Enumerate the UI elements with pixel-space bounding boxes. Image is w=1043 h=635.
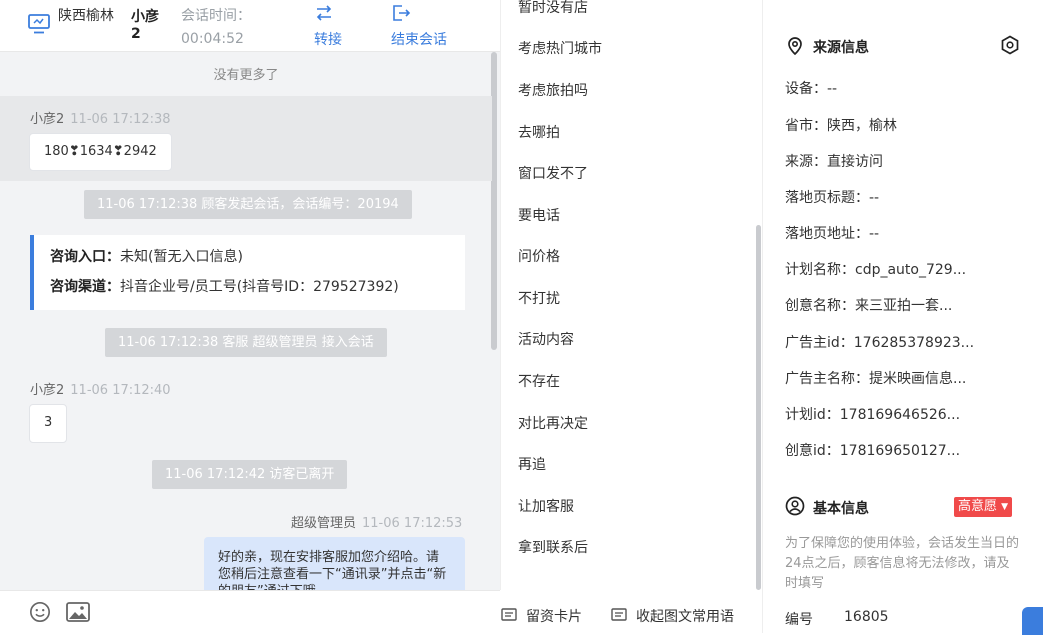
source-info-advertiser-id: 广告主id：176285378923... <box>785 335 975 351</box>
message-meta: 小彦2 11-06 17:12:40 <box>30 379 171 398</box>
visitor-info-panel: 来源信息 设备：-- 省市：陕西，榆林 来源：直接访问 落地页标题：-- 落地页… <box>763 0 1043 633</box>
location-pin-icon <box>788 37 802 56</box>
quick-reply-item[interactable]: 对比再决定 <box>518 413 588 433</box>
end-session-label: 结束会话 <box>391 32 447 48</box>
quick-reply-scrollbar[interactable] <box>756 225 761 590</box>
chat-area: 没有更多了 小彦2 11-06 17:12:38 180❣1634❣2942 11… <box>0 52 500 590</box>
intent-badge-label: 高意愿 <box>958 499 998 514</box>
quick-reply-item[interactable]: 问价格 <box>518 246 560 266</box>
chat-toolbar <box>0 590 500 633</box>
collapse-common-phrases-button[interactable]: 收起图文常用语 <box>611 606 734 626</box>
collapse-common-phrases-label: 收起图文常用语 <box>636 609 734 625</box>
quick-reply-item[interactable]: 不存在 <box>518 371 560 391</box>
image-icon[interactable] <box>66 601 90 623</box>
source-info-creative-name: 创意名称：来三亚拍一套... <box>785 298 953 314</box>
sender-name: 超级管理员 <box>291 516 357 531</box>
end-session-button[interactable]: 结束会话 <box>391 3 447 49</box>
quick-reply-item[interactable]: 要电话 <box>518 205 560 225</box>
source-info-advertiser-name: 广告主名称：提米映画信息... <box>785 371 967 387</box>
sender-name: 小彦2 <box>30 383 65 398</box>
message-time: 11-06 17:12:40 <box>70 383 171 398</box>
source-info-plan-name: 计划名称：cdp_auto_729... <box>785 262 967 278</box>
intent-badge[interactable]: 高意愿 ▼ <box>954 497 1013 517</box>
basic-info-note: 为了保障您的使用体验，会话发生当日的24点之后，顾客信息将无法修改，请及时填写 <box>785 536 1020 591</box>
monitor-icon <box>28 14 50 34</box>
quick-reply-item[interactable]: 拿到联系后 <box>518 537 588 557</box>
source-info-plan-id: 计划id：178169646526... <box>785 407 961 423</box>
consult-entry-label: 咨询入口： <box>50 249 120 265</box>
quick-reply-item[interactable]: 暂时没有店 <box>518 0 588 17</box>
system-message: 11-06 17:12:42 访客已离开 <box>152 460 348 489</box>
transfer-button[interactable]: 转接 <box>314 3 342 49</box>
basic-info-title: 基本信息 <box>813 501 869 517</box>
message-bubble: 3 <box>29 404 68 443</box>
transfer-icon <box>316 5 332 21</box>
source-info-source: 来源：直接访问 <box>785 154 883 170</box>
consult-channel-value: 抖音企业号/员工号(抖音号ID：279527392) <box>120 279 399 295</box>
message-meta: 小彦2 11-06 17:12:38 <box>30 108 171 127</box>
quick-reply-item[interactable]: 考虑热门城市 <box>518 38 602 58</box>
message-bubble: 180❣1634❣2942 <box>29 133 172 171</box>
floating-action-button[interactable] <box>1022 607 1043 635</box>
quick-reply-item[interactable]: 让加客服 <box>518 496 574 516</box>
exit-icon <box>393 5 411 21</box>
source-info-device: 设备：-- <box>785 81 838 97</box>
session-header: 陕西榆林 小彦2 会话时间： 00:04:52 转接 结束会话 <box>0 0 500 52</box>
quick-reply-item[interactable]: 考虑旅拍吗 <box>518 80 588 100</box>
system-message: 11-06 17:12:38 客服 超级管理员 接入会话 <box>105 328 387 357</box>
caret-down-icon: ▼ <box>1001 502 1009 512</box>
source-info-region: 省市：陕西，榆林 <box>785 118 897 134</box>
transfer-label: 转接 <box>314 32 342 48</box>
quick-reply-item[interactable]: 活动内容 <box>518 329 574 349</box>
phrase-icon <box>611 608 627 621</box>
consult-info-card: 咨询入口：未知(暂无入口信息) 咨询渠道：抖音企业号/员工号(抖音号ID：279… <box>30 235 465 310</box>
message-meta: 超级管理员 11-06 17:12:53 <box>291 512 462 531</box>
consult-entry-value: 未知(暂无入口信息) <box>120 249 243 265</box>
source-info-landing-title: 落地页标题：-- <box>785 190 880 206</box>
visitor-name: 小彦2 <box>131 9 159 42</box>
message-time: 11-06 17:12:38 <box>70 112 171 127</box>
consult-channel-label: 咨询渠道： <box>50 279 120 295</box>
session-time-label: 会话时间： <box>181 8 251 24</box>
quick-reply-list: 暂时没有店 考虑热门城市 考虑旅拍吗 去哪拍 窗口发不了 要电话 问价格 不打扰… <box>500 0 762 590</box>
sender-name: 小彦2 <box>30 112 65 127</box>
message-time: 11-06 17:12:53 <box>362 516 463 531</box>
session-time-value: 00:04:52 <box>181 31 244 47</box>
user-circle-icon <box>785 496 805 516</box>
system-message: 11-06 17:12:38 顾客发起会话，会话编号：20194 <box>84 190 412 219</box>
quick-reply-item[interactable]: 再追 <box>518 454 546 474</box>
source-info-landing-url: 落地页地址：-- <box>785 226 880 242</box>
settings-icon[interactable] <box>1000 35 1020 55</box>
source-info-creative-id: 创意id：178169650127... <box>785 443 961 459</box>
source-info-title: 来源信息 <box>813 40 869 56</box>
quick-reply-item[interactable]: 窗口发不了 <box>518 163 588 183</box>
consult-entry-row: 咨询入口：未知(暂无入口信息) <box>50 242 465 272</box>
quick-reply-item[interactable]: 去哪拍 <box>518 122 560 142</box>
outgoing-message-bubble: 好的亲，现在安排客服加您介绍哈。请您稍后注意查看一下“通讯录”并点击“新的朋友”… <box>204 537 465 590</box>
card-icon <box>501 608 517 621</box>
visitor-location: 陕西榆林 <box>58 8 114 24</box>
emoji-icon[interactable] <box>28 601 52 623</box>
consult-channel-row: 咨询渠道：抖音企业号/员工号(抖音号ID：279527392) <box>50 272 465 302</box>
visitor-id-value: 16805 <box>844 609 889 625</box>
no-more-text: 没有更多了 <box>213 68 279 83</box>
quick-reply-item[interactable]: 不打扰 <box>518 288 560 308</box>
leave-card-button[interactable]: 留资卡片 <box>501 606 582 626</box>
visitor-id-label: 编号 <box>785 612 813 628</box>
leave-card-label: 留资卡片 <box>526 609 582 625</box>
